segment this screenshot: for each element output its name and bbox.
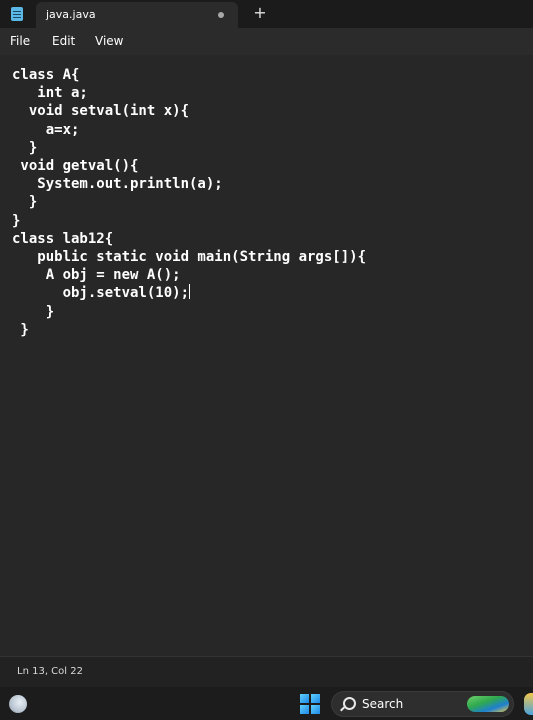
code-line-text: } [12, 194, 38, 211]
tab-title: java.java [46, 8, 96, 21]
code-line-text: a=x; [12, 121, 80, 138]
weather-icon[interactable] [9, 695, 27, 713]
code-line[interactable]: } [12, 193, 366, 211]
code-line[interactable]: int a; [12, 84, 366, 102]
menu-file[interactable]: File [10, 34, 30, 48]
text-caret [189, 284, 191, 300]
widgets-icon[interactable] [524, 693, 533, 715]
code-line[interactable]: a=x; [12, 121, 366, 139]
text-editor[interactable]: class A{ int a; void setval(int x){ a=x;… [0, 55, 533, 656]
code-line-text: obj.setval(10); [12, 285, 190, 302]
start-button[interactable] [300, 694, 320, 714]
code-line-text: System.out.println(a); [12, 176, 223, 193]
code-line[interactable]: } [12, 139, 366, 157]
code-line-text: class A{ [12, 67, 80, 83]
code-line-text: } [12, 303, 55, 320]
menu-edit[interactable]: Edit [52, 34, 75, 48]
search-label: Search [362, 697, 404, 711]
menu-bar: File Edit View [0, 28, 533, 55]
code-line-text: public static void main(String args[]){ [12, 249, 367, 266]
code-line[interactable]: public static void main(String args[]){ [12, 248, 366, 266]
windows-logo-icon [300, 694, 309, 703]
notepad-icon [11, 7, 23, 21]
new-tab-button[interactable]: + [252, 3, 268, 23]
menu-view[interactable]: View [95, 34, 123, 48]
code-line-text: } [12, 139, 38, 156]
code-line[interactable]: class A{ [12, 66, 366, 84]
code-text[interactable]: class A{ int a; void setval(int x){ a=x;… [12, 66, 366, 339]
taskbar: Search [0, 687, 533, 720]
code-line[interactable]: void getval(){ [12, 157, 366, 175]
code-line-text: void getval(){ [12, 158, 139, 175]
cursor-position: Ln 13, Col 22 [17, 666, 83, 677]
code-line-text: class lab12{ [12, 230, 114, 247]
code-line[interactable]: A obj = new A(); [12, 266, 366, 284]
search-icon [343, 697, 356, 710]
code-line-text: A obj = new A(); [12, 267, 181, 284]
status-bar: Ln 13, Col 22 [0, 656, 533, 687]
tab-java-file[interactable]: java.java [36, 2, 238, 28]
code-line[interactable]: void setval(int x){ [12, 102, 366, 120]
code-line[interactable]: } [12, 212, 366, 230]
taskbar-search[interactable]: Search [331, 691, 514, 717]
code-line-text: } [12, 212, 21, 229]
code-line[interactable]: class lab12{ [12, 230, 366, 248]
code-line[interactable]: } [12, 303, 366, 321]
code-line-text: int a; [12, 85, 88, 102]
code-line[interactable]: obj.setval(10); [12, 284, 366, 302]
code-line-text: void setval(int x){ [12, 103, 190, 120]
unsaved-dot-icon[interactable] [218, 12, 224, 18]
code-line[interactable]: } [12, 321, 366, 339]
notepad-window: java.java + File Edit View class A{ int … [0, 0, 533, 720]
code-line-text: } [12, 321, 29, 338]
search-highlight-image [467, 696, 509, 712]
code-line[interactable]: System.out.println(a); [12, 175, 366, 193]
title-bar: java.java + [0, 0, 533, 28]
